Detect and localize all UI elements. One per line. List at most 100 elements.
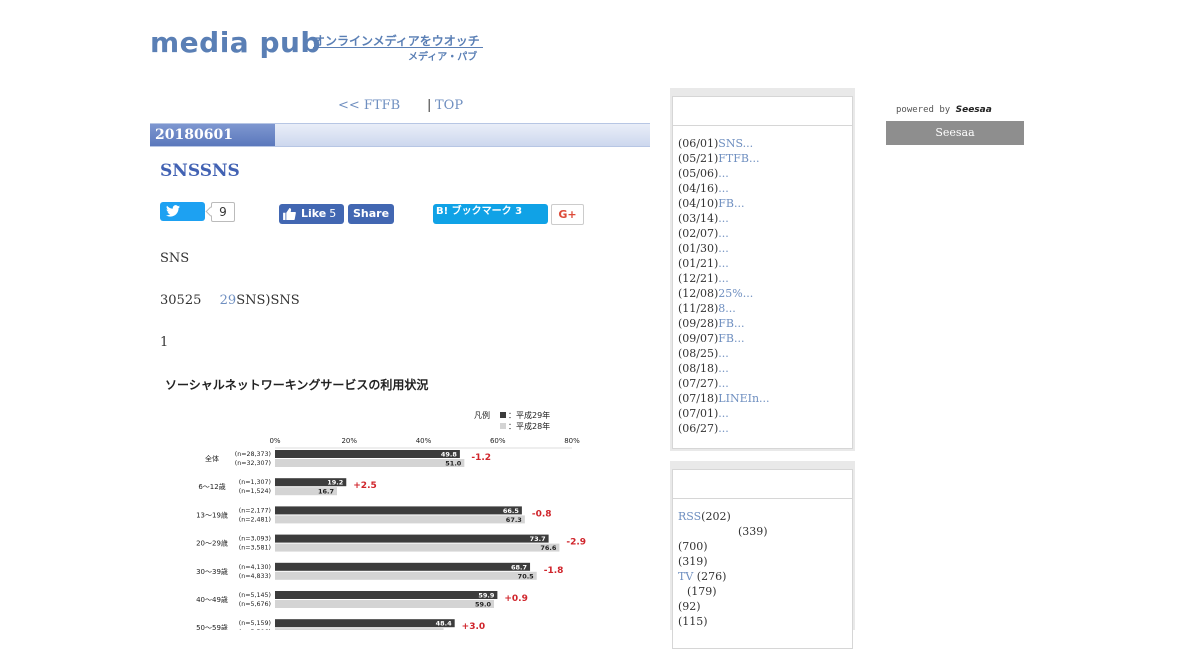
recent-post-item[interactable]: (12/21)... <box>678 271 847 286</box>
recent-post-item[interactable]: (02/07)... <box>678 226 847 241</box>
recent-post-link[interactable]: ... <box>718 272 729 285</box>
recent-post-link[interactable]: SNS... <box>718 137 753 150</box>
recent-post-item[interactable]: (09/28)FB... <box>678 316 847 331</box>
post-paragraph-2-text-b: SNS)SNS <box>236 293 300 308</box>
powered-by-badge[interactable]: powered by Seesaa <box>886 102 1024 119</box>
n-label-previous: (n=3,581) <box>239 545 271 552</box>
logo-subtitle: メディア・パブ <box>408 52 478 63</box>
facebook-like-count: 5 <box>329 207 337 220</box>
recent-post-link[interactable]: ... <box>718 377 729 390</box>
logo-main-text: media pub <box>150 26 321 59</box>
n-label-current: (n=4,130) <box>239 564 271 571</box>
recent-post-date: (07/18) <box>678 392 719 405</box>
google-plus-button[interactable]: G+ <box>551 204 584 225</box>
value-label-previous: 16.7 <box>318 488 334 496</box>
recent-post-item[interactable]: (11/28)8... <box>678 301 847 316</box>
recent-post-item[interactable]: (07/01)... <box>678 406 847 421</box>
recent-post-item[interactable]: (04/16)... <box>678 181 847 196</box>
recent-post-link[interactable]: LINEIn... <box>718 392 769 405</box>
facebook-like-button[interactable]: Like 5 <box>279 204 344 224</box>
hatena-bookmark-button[interactable]: B! ブックマーク 3 <box>433 204 548 224</box>
recent-post-item[interactable]: (01/21)... <box>678 256 847 271</box>
category-label: 20～29歳 <box>196 539 228 548</box>
n-label-current: (n=5,159) <box>239 620 271 627</box>
recent-post-date: (12/08) <box>678 287 719 300</box>
facebook-share-button[interactable]: Share <box>348 204 394 224</box>
nav-separator: | <box>427 98 432 113</box>
category-item[interactable]: (92) <box>678 599 847 614</box>
recent-post-link[interactable]: ... <box>718 257 729 270</box>
recent-post-item[interactable]: (03/14)... <box>678 211 847 226</box>
recent-post-link[interactable]: FTFB... <box>718 152 759 165</box>
category-item[interactable]: RSS(202) <box>678 509 847 524</box>
recent-post-date: (11/28) <box>678 302 719 315</box>
recent-post-link[interactable]: ... <box>718 167 729 180</box>
legend-label-previous: ：平成28年 <box>508 421 550 431</box>
recent-post-date: (06/01) <box>678 137 719 150</box>
recent-post-item[interactable]: (05/06)... <box>678 166 847 181</box>
value-label-previous: 59.0 <box>475 601 492 609</box>
difference-label: -1.8 <box>544 566 564 576</box>
recent-post-link[interactable]: ... <box>718 182 729 195</box>
recent-post-link[interactable]: 8... <box>718 302 736 315</box>
recent-post-item[interactable]: (06/27)... <box>678 421 847 436</box>
recent-post-item[interactable]: (09/07)FB... <box>678 331 847 346</box>
recent-post-link[interactable]: ... <box>718 347 729 360</box>
sidebar-recent-posts: (06/01)SNS... (05/21)FTFB... (05/06)... (04… <box>670 88 855 451</box>
recent-post-item[interactable]: (04/10)FB... <box>678 196 847 211</box>
recent-post-link[interactable]: ... <box>718 227 729 240</box>
recent-post-item[interactable]: (08/18)... <box>678 361 847 376</box>
recent-post-date: (08/25) <box>678 347 719 360</box>
recent-post-link[interactable]: FB... <box>718 317 744 330</box>
category-link[interactable]: RSS <box>678 510 701 523</box>
recent-post-item[interactable]: (07/27)... <box>678 376 847 391</box>
recent-post-link[interactable]: ... <box>718 422 729 435</box>
category-item[interactable]: TV (276) <box>678 569 847 584</box>
recent-post-date: (09/07) <box>678 332 719 345</box>
post-date: 20180601 <box>150 124 275 146</box>
recent-post-item[interactable]: (12/08)25%... <box>678 286 847 301</box>
top-link[interactable]: TOP <box>435 98 463 113</box>
category-label: 50～59歳 <box>196 623 228 630</box>
category-item[interactable]: (115) <box>678 614 847 629</box>
bar-current <box>275 450 460 458</box>
post-title[interactable]: SNSSNS <box>160 161 240 181</box>
recent-post-item[interactable]: (06/01)SNS... <box>678 136 847 151</box>
recent-post-link[interactable]: FB... <box>718 332 744 345</box>
sidebar-categories: RSS(202) (339) (700) (319) TV (276) (179) (92)… <box>670 461 855 649</box>
recent-post-item[interactable]: (08/25)... <box>678 346 847 361</box>
recent-post-item[interactable]: (07/18)LINEIn... <box>678 391 847 406</box>
recent-post-date: (04/16) <box>678 182 719 195</box>
site-logo[interactable]: media pub オンラインメディアをウオッチ メディア・パブ <box>150 26 490 66</box>
category-link[interactable]: TV <box>678 570 693 583</box>
n-label-current: (n=3,093) <box>239 536 271 543</box>
facebook-like-label: Like <box>301 207 327 220</box>
seesaa-logo: Seesaa <box>955 105 992 115</box>
recent-post-item[interactable]: (05/21)FTFB... <box>678 151 847 166</box>
recent-post-link[interactable]: ... <box>718 362 729 375</box>
category-item[interactable]: (700) <box>678 539 847 554</box>
legend-title: 凡例 <box>474 410 490 420</box>
recent-post-item[interactable]: (01/30)... <box>678 241 847 256</box>
tweet-button[interactable] <box>160 202 205 221</box>
recent-post-link[interactable]: ... <box>718 212 729 225</box>
category-item[interactable]: (339) <box>678 524 847 539</box>
bar-current <box>275 619 455 628</box>
recent-post-link[interactable]: 25%... <box>718 287 753 300</box>
bar-current <box>275 506 522 515</box>
seesaa-button[interactable]: Seesaa <box>886 121 1024 145</box>
prev-post-link[interactable]: << FTFB <box>338 98 400 113</box>
value-label-previous: 51.0 <box>445 460 462 468</box>
category-item[interactable]: (319) <box>678 554 847 569</box>
bar-current <box>275 562 531 571</box>
recent-post-link[interactable]: FB... <box>718 197 744 210</box>
recent-post-link[interactable]: ... <box>718 242 729 255</box>
n-label-previous: (n=1,524) <box>239 488 271 495</box>
category-count: (339) <box>738 525 768 538</box>
category-item[interactable]: (179) <box>678 584 847 599</box>
recent-post-link[interactable]: ... <box>718 407 729 420</box>
difference-label: -1.2 <box>471 453 491 463</box>
post-paragraph-2-link[interactable]: 29 <box>220 293 237 308</box>
x-tick-label: 60% <box>490 437 506 445</box>
recent-post-date: (12/21) <box>678 272 719 285</box>
